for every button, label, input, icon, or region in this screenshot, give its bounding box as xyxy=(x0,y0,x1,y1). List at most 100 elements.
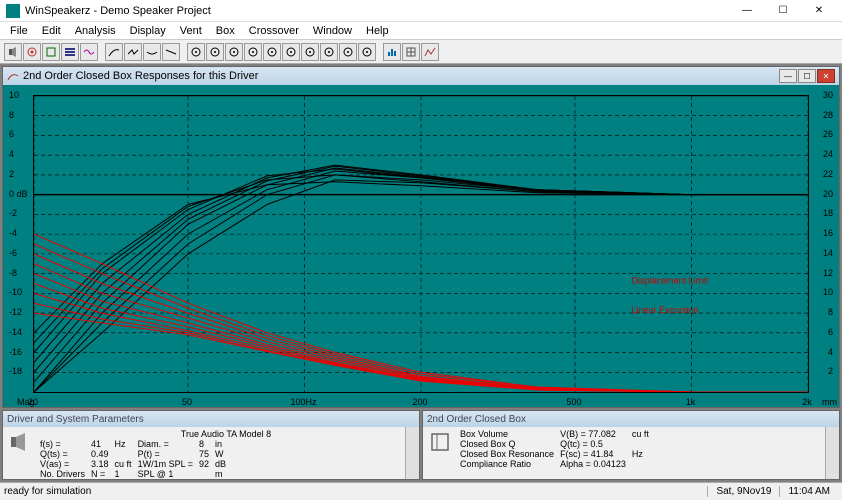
y-tick-right: 8 xyxy=(828,307,833,317)
y-tick-left: 2 xyxy=(9,169,14,179)
tool-target3-icon[interactable] xyxy=(225,43,243,61)
y-tick-right: 28 xyxy=(823,110,833,120)
chart-body: Displacement LimitLinear Excursion -18 -1… xyxy=(3,85,839,407)
x-tick: 500 xyxy=(566,397,581,407)
y-tick-left: -10 xyxy=(9,287,22,297)
maximize-button[interactable]: ☐ xyxy=(766,1,800,21)
y-tick-left: -14 xyxy=(9,327,22,337)
driver-params-panel: Driver and System Parameters True Audio … xyxy=(2,410,420,480)
y-tick-left: 8 xyxy=(9,110,14,120)
y-tick-right: 18 xyxy=(823,208,833,218)
tool-target8-icon[interactable] xyxy=(320,43,338,61)
menu-crossover[interactable]: Crossover xyxy=(243,24,305,38)
titlebar: WinSpeakerz - Demo Speaker Project — ☐ ✕ xyxy=(0,0,842,22)
tool-target2-icon[interactable] xyxy=(206,43,224,61)
y-tick-left: -8 xyxy=(9,268,17,278)
minimize-button[interactable]: — xyxy=(730,1,764,21)
menu-window[interactable]: Window xyxy=(307,24,358,38)
y-tick-right: 10 xyxy=(823,287,833,297)
box-params-table: Box VolumeV(B) = 77.082cu ftClosed Box Q… xyxy=(457,429,652,469)
tool-curve3-icon[interactable] xyxy=(143,43,161,61)
mm-label: mm xyxy=(822,397,837,407)
y-tick-right: 30 xyxy=(823,90,833,100)
x-tick: 100Hz xyxy=(290,397,316,407)
y-tick-left: -6 xyxy=(9,248,17,258)
y-tick-right: 4 xyxy=(828,347,833,357)
y-tick-left: 6 xyxy=(9,129,14,139)
y-tick-right: 26 xyxy=(823,129,833,139)
box-scrollbar[interactable] xyxy=(825,427,839,479)
x-tick: 200 xyxy=(412,397,427,407)
menu-help[interactable]: Help xyxy=(360,24,395,38)
box-params-title: 2nd Order Closed Box xyxy=(423,411,839,427)
tool-target5-icon[interactable] xyxy=(263,43,281,61)
y-tick-left: -2 xyxy=(9,208,17,218)
chart-maximize-button[interactable]: ☐ xyxy=(798,69,816,83)
driver-scrollbar[interactable] xyxy=(405,427,419,479)
menu-box[interactable]: Box xyxy=(210,24,241,38)
tool-speaker-icon[interactable] xyxy=(23,43,41,61)
y-tick-left: -16 xyxy=(9,347,22,357)
svg-text:Linear Excursion: Linear Excursion xyxy=(632,305,699,315)
y-tick-right: 14 xyxy=(823,248,833,258)
chart-close-button[interactable]: ✕ xyxy=(817,69,835,83)
driver-params-body: True Audio TA Model 8 f(s) =41HzDiam. =8… xyxy=(3,427,419,479)
params-row: Driver and System Parameters True Audio … xyxy=(2,410,840,480)
tool-target7-icon[interactable] xyxy=(301,43,319,61)
x-tick: 2k xyxy=(802,397,812,407)
tool-target6-icon[interactable] xyxy=(282,43,300,61)
statusbar: ready for simulation Sat, 9Nov19 11:04 A… xyxy=(0,482,842,500)
tool-curve4-icon[interactable] xyxy=(162,43,180,61)
y-tick-right: 24 xyxy=(823,149,833,159)
app-icon xyxy=(6,4,20,18)
tool-target10-icon[interactable] xyxy=(358,43,376,61)
tool-target9-icon[interactable] xyxy=(339,43,357,61)
status-date: Sat, 9Nov19 xyxy=(707,486,779,497)
chart-minimize-button[interactable]: — xyxy=(779,69,797,83)
y-tick-left: -12 xyxy=(9,307,22,317)
menu-edit[interactable]: Edit xyxy=(36,24,67,38)
tool-settings-icon[interactable] xyxy=(421,43,439,61)
status-time: 11:04 AM xyxy=(779,486,838,497)
tool-bar-icon[interactable] xyxy=(383,43,401,61)
y-tick-right: 2 xyxy=(828,366,833,376)
chart-window-icon xyxy=(7,70,19,82)
box-icon xyxy=(427,429,453,455)
y-tick-right: 20 xyxy=(823,189,833,199)
tool-params-icon[interactable] xyxy=(61,43,79,61)
tool-grid-icon[interactable] xyxy=(402,43,420,61)
chart-window: 2nd Order Closed Box Responses for this … xyxy=(2,66,840,408)
tool-target4-icon[interactable] xyxy=(244,43,262,61)
tool-crossover-icon[interactable] xyxy=(80,43,98,61)
box-params-body: Box VolumeV(B) = 77.082cu ftClosed Box Q… xyxy=(423,427,839,479)
y-tick-left: -4 xyxy=(9,228,17,238)
driver-params-table: f(s) =41HzDiam. =8inQ(ts) =0.49P(t) =75W… xyxy=(37,439,229,479)
chart-titlebar[interactable]: 2nd Order Closed Box Responses for this … xyxy=(3,67,839,85)
response-plot: Displacement LimitLinear Excursion xyxy=(33,95,809,393)
close-button[interactable]: ✕ xyxy=(802,1,836,21)
mag-label: Mag xyxy=(17,397,35,407)
toolbar xyxy=(0,40,842,64)
status-text: ready for simulation xyxy=(4,486,707,497)
menu-vent[interactable]: Vent xyxy=(174,24,208,38)
window-title: WinSpeakerz - Demo Speaker Project xyxy=(25,5,730,17)
y-tick-left: 4 xyxy=(9,149,14,159)
y-tick-left: 10 xyxy=(9,90,19,100)
tool-driver-icon[interactable] xyxy=(4,43,22,61)
tool-box-icon[interactable] xyxy=(42,43,60,61)
tool-curve2-icon[interactable] xyxy=(124,43,142,61)
mdi-area: 2nd Order Closed Box Responses for this … xyxy=(0,64,842,482)
menu-file[interactable]: File xyxy=(4,24,34,38)
tool-curve1-icon[interactable] xyxy=(105,43,123,61)
y-tick-left: -18 xyxy=(9,366,22,376)
menu-analysis[interactable]: Analysis xyxy=(69,24,122,38)
chart-window-title: 2nd Order Closed Box Responses for this … xyxy=(23,70,779,82)
menu-display[interactable]: Display xyxy=(124,24,172,38)
driver-params-title: Driver and System Parameters xyxy=(3,411,419,427)
y-tick-right: 16 xyxy=(823,228,833,238)
x-tick: 1k xyxy=(686,397,696,407)
y-tick-right: 22 xyxy=(823,169,833,179)
menubar: File Edit Analysis Display Vent Box Cros… xyxy=(0,22,842,40)
tool-target1-icon[interactable] xyxy=(187,43,205,61)
y-tick-left: 0 dB xyxy=(9,189,28,199)
